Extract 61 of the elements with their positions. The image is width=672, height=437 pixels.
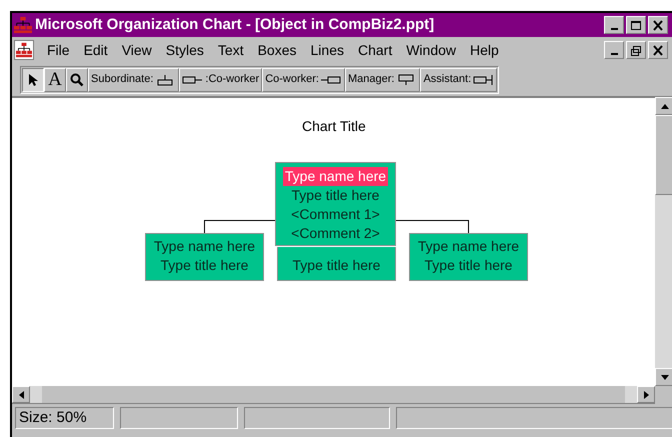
close-button[interactable] [648, 16, 668, 34]
restore-icon [630, 44, 642, 56]
menu-item[interactable]: Edit [76, 40, 115, 60]
box-title: Type title here [292, 256, 380, 275]
box-tool-button[interactable]: :Co-worker [179, 68, 262, 92]
restore-button[interactable] [626, 41, 646, 59]
down-arrow-icon [661, 374, 669, 380]
status-size: Size: 50% [15, 407, 114, 429]
menu-item[interactable]: Chart [350, 40, 400, 60]
window-title: Microsoft Organization Chart - [Object in CompBiz2.ppt] [35, 14, 434, 35]
chart-title: Chart Title [302, 117, 366, 136]
box-tool-button[interactable]: Co-worker: [262, 68, 345, 92]
box-title: Type title here [424, 256, 512, 275]
box-tool-button[interactable]: Subordinate: [88, 68, 180, 92]
zoom-tool[interactable] [66, 68, 88, 92]
pointer-tool[interactable] [22, 68, 44, 92]
menu-item[interactable]: Window [399, 40, 464, 60]
coworker-box-icon [320, 74, 342, 86]
scroll-thumb[interactable] [625, 386, 637, 403]
horizontal-scrollbar[interactable] [12, 386, 655, 404]
menu-item[interactable]: Styles [158, 40, 211, 60]
org-box[interactable]: Type name here Type title here [409, 233, 528, 281]
box-title: Type title here [292, 186, 380, 205]
magnifier-icon [70, 72, 84, 86]
box-name: Type name here [418, 237, 520, 256]
box-tool-button[interactable]: Assistant: [420, 68, 498, 92]
maximize-button[interactable] [626, 16, 646, 34]
menu-item[interactable]: File [40, 40, 77, 60]
minimize-button[interactable] [604, 16, 624, 34]
close-icon [652, 44, 664, 56]
menu-item[interactable]: Help [463, 40, 506, 60]
manager-box[interactable]: Type name here Type title here <Comment 1> <Comment 2> [275, 162, 396, 246]
menu-item[interactable]: Boxes [250, 40, 304, 60]
minimize-icon [610, 52, 618, 54]
maximize-icon [630, 20, 642, 30]
menu-item[interactable]: View [114, 40, 159, 60]
org-chart-icon [16, 42, 32, 58]
box-title: Type title here [160, 256, 248, 275]
box-comment: <Comment 1> [291, 205, 380, 224]
up-arrow-icon [661, 104, 669, 108]
assistant-box-icon [472, 74, 494, 86]
left-arrow-icon [18, 390, 24, 398]
menu-item[interactable]: Text [210, 40, 251, 60]
arrow-pointer-icon [28, 72, 38, 86]
box-name: Type name here [154, 237, 256, 256]
minimize-button[interactable] [604, 41, 624, 59]
org-box[interactable]: Type title here [277, 247, 396, 281]
text-tool[interactable]: A [44, 68, 66, 92]
scroll-thumb[interactable] [30, 386, 42, 403]
box-name[interactable]: Type name here [282, 167, 388, 186]
box-tool-button[interactable]: Manager: [344, 68, 420, 92]
close-button[interactable] [648, 41, 668, 59]
coworker-box-icon [182, 74, 204, 86]
org-box[interactable]: Type name here Type title here [145, 233, 264, 281]
menu-item[interactable]: Lines [304, 40, 351, 60]
right-arrow-icon [644, 390, 648, 398]
close-icon [652, 20, 664, 30]
vertical-scrollbar[interactable] [655, 97, 672, 386]
minimize-icon [610, 28, 618, 30]
org-chart-icon [14, 16, 32, 34]
box-comment: <Comment 2> [291, 224, 380, 243]
